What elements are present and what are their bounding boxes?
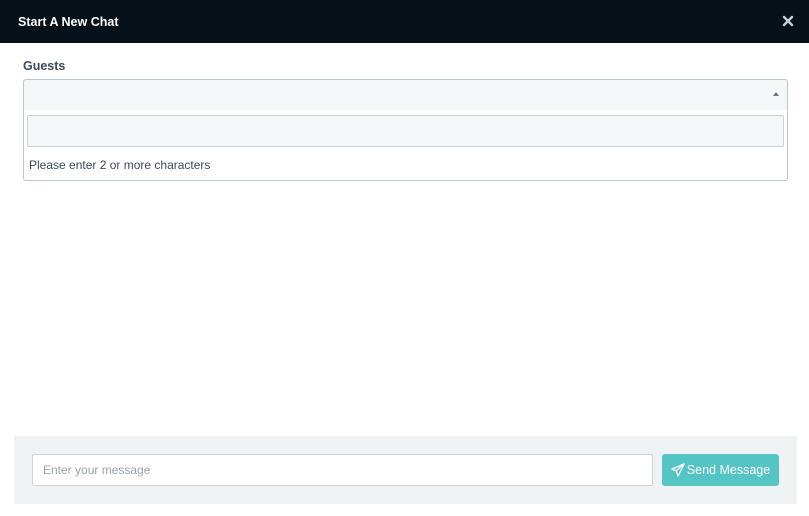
send-message-button[interactable]: Send Message bbox=[662, 454, 779, 486]
modal-title: Start A New Chat bbox=[18, 14, 119, 29]
message-composer: Send Message bbox=[14, 436, 797, 504]
paper-plane-icon bbox=[671, 463, 685, 477]
dropdown-hint: Please enter 2 or more characters bbox=[29, 158, 211, 172]
caret-up-icon bbox=[773, 92, 779, 96]
message-input[interactable] bbox=[32, 454, 653, 486]
new-chat-modal: Start A New Chat Guests Please enter 2 o… bbox=[0, 0, 809, 516]
modal-header: Start A New Chat bbox=[0, 0, 809, 43]
guests-label: Guests bbox=[23, 59, 66, 73]
guests-search-input[interactable] bbox=[27, 115, 784, 147]
guests-select[interactable] bbox=[23, 79, 788, 111]
close-icon[interactable] bbox=[781, 14, 795, 28]
guests-dropdown: Please enter 2 or more characters bbox=[23, 110, 788, 181]
send-button-label: Send Message bbox=[686, 463, 771, 477]
